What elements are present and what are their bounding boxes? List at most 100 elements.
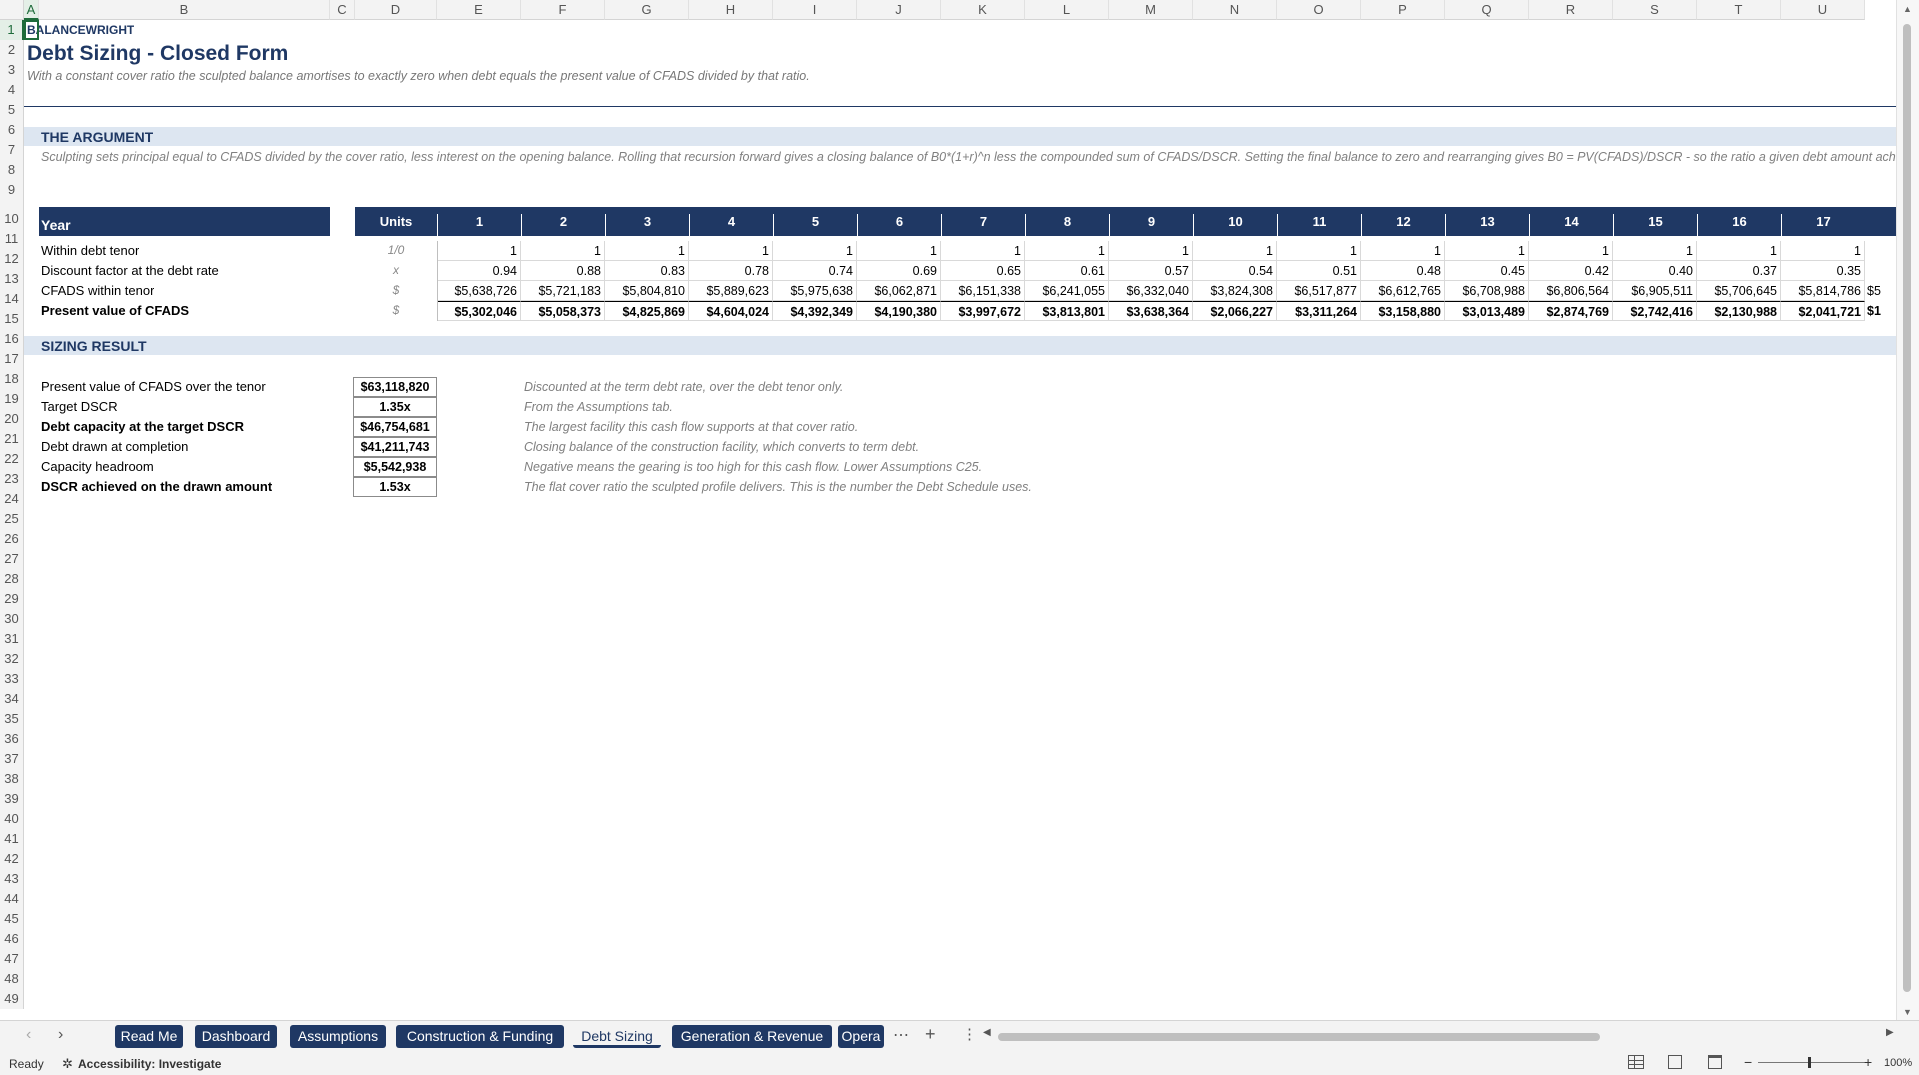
- table-cell[interactable]: 1: [1697, 241, 1781, 261]
- table-cell-overflow[interactable]: [1865, 261, 1897, 281]
- column-header-c[interactable]: C: [330, 0, 355, 20]
- vertical-scrollbar[interactable]: ▲ ▼: [1896, 0, 1919, 1020]
- column-header-j[interactable]: J: [857, 0, 941, 20]
- sheet-tab-assumptions[interactable]: Assumptions: [290, 1025, 386, 1048]
- add-sheet-icon[interactable]: +: [925, 1024, 936, 1045]
- table-cell[interactable]: 0.42: [1529, 261, 1613, 281]
- table-cell[interactable]: 1: [1193, 241, 1277, 261]
- table-cell[interactable]: 1: [605, 241, 689, 261]
- spreadsheet-grid[interactable]: ABCDEFGHIJKLMNOPQRSTU 1 2 3 4 5 6 7 8 9 10 11 12 13 1…: [0, 0, 1919, 1020]
- hscroll-right-icon[interactable]: ▶: [1886, 1027, 1894, 1038]
- row-header-33[interactable]: 33: [0, 669, 24, 689]
- table-cell[interactable]: 0.37: [1697, 261, 1781, 281]
- row-header-26[interactable]: 26: [0, 529, 24, 549]
- table-cell[interactable]: 0.61: [1025, 261, 1109, 281]
- table-cell[interactable]: 1: [689, 241, 773, 261]
- row-header-18[interactable]: 18: [0, 369, 24, 389]
- column-header-e[interactable]: E: [437, 0, 521, 20]
- sizing-value[interactable]: 1.35x: [353, 397, 437, 417]
- row-header-38[interactable]: 38: [0, 769, 24, 789]
- table-cell[interactable]: 0.57: [1109, 261, 1193, 281]
- column-header-n[interactable]: N: [1193, 0, 1277, 20]
- table-cell[interactable]: 1: [773, 241, 857, 261]
- accessibility-status[interactable]: Accessibility: Investigate: [78, 1057, 221, 1071]
- row-header-45[interactable]: 45: [0, 909, 24, 929]
- horizontal-scroll-thumb[interactable]: [998, 1033, 1600, 1041]
- sheet-tab-generation-revenue[interactable]: Generation & Revenue: [672, 1025, 832, 1048]
- table-cell[interactable]: 0.88: [521, 261, 605, 281]
- row-header-19[interactable]: 19: [0, 389, 24, 409]
- row-header-39[interactable]: 39: [0, 789, 24, 809]
- column-header-h[interactable]: H: [689, 0, 773, 20]
- row-header-40[interactable]: 40: [0, 809, 24, 829]
- sheet-options-icon[interactable]: ⋮: [962, 1025, 977, 1043]
- table-cell[interactable]: $4,190,380: [857, 301, 941, 321]
- page-break-icon[interactable]: [1708, 1055, 1722, 1069]
- table-cell[interactable]: $6,806,564: [1529, 281, 1613, 301]
- row-header-4[interactable]: 4: [0, 80, 24, 100]
- table-cell[interactable]: $6,062,871: [857, 281, 941, 301]
- table-cell[interactable]: 1: [437, 241, 521, 261]
- scroll-down-icon[interactable]: ▼: [1903, 1007, 1912, 1017]
- table-cell[interactable]: 1: [941, 241, 1025, 261]
- table-cell[interactable]: $2,742,416: [1613, 301, 1697, 321]
- row-header-29[interactable]: 29: [0, 589, 24, 609]
- table-cell[interactable]: $3,158,880: [1361, 301, 1445, 321]
- row-header-13[interactable]: 13: [0, 269, 24, 289]
- table-cell[interactable]: 1: [1361, 241, 1445, 261]
- prev-sheet-icon[interactable]: ‹: [26, 1026, 31, 1044]
- column-header-t[interactable]: T: [1697, 0, 1781, 20]
- sizing-value[interactable]: $41,211,743: [353, 437, 437, 457]
- table-cell[interactable]: 1: [1025, 241, 1109, 261]
- next-sheet-icon[interactable]: ›: [58, 1026, 63, 1044]
- table-cell[interactable]: $4,604,024: [689, 301, 773, 321]
- sheet-tab-dashboard[interactable]: Dashboard: [195, 1025, 277, 1048]
- table-cell[interactable]: $5,804,810: [605, 281, 689, 301]
- row-header-28[interactable]: 28: [0, 569, 24, 589]
- column-header-u[interactable]: U: [1781, 0, 1865, 20]
- zoom-level[interactable]: 100%: [1884, 1057, 1912, 1069]
- row-header-32[interactable]: 32: [0, 649, 24, 669]
- row-header-2[interactable]: 2: [0, 40, 24, 60]
- column-header-r[interactable]: R: [1529, 0, 1613, 20]
- row-header-20[interactable]: 20: [0, 409, 24, 429]
- sizing-value[interactable]: 1.53x: [353, 477, 437, 497]
- table-cell[interactable]: 0.51: [1277, 261, 1361, 281]
- row-header-11[interactable]: 11: [0, 229, 24, 249]
- row-header-27[interactable]: 27: [0, 549, 24, 569]
- column-header-o[interactable]: O: [1277, 0, 1361, 20]
- vertical-scroll-thumb[interactable]: [1903, 24, 1911, 992]
- row-header-31[interactable]: 31: [0, 629, 24, 649]
- column-header-d[interactable]: D: [355, 0, 437, 20]
- table-cell[interactable]: $5,638,726: [437, 281, 521, 301]
- table-cell[interactable]: $3,997,672: [941, 301, 1025, 321]
- table-cell[interactable]: 1: [1277, 241, 1361, 261]
- table-cell[interactable]: $6,241,055: [1025, 281, 1109, 301]
- table-cell[interactable]: $5,706,645: [1697, 281, 1781, 301]
- table-cell[interactable]: $6,708,988: [1445, 281, 1529, 301]
- table-cell[interactable]: 0.40: [1613, 261, 1697, 281]
- row-header-7[interactable]: 7: [0, 140, 24, 160]
- sizing-value[interactable]: $63,118,820: [353, 377, 437, 397]
- table-cell[interactable]: $6,151,338: [941, 281, 1025, 301]
- table-cell[interactable]: 1: [1109, 241, 1193, 261]
- row-header-25[interactable]: 25: [0, 509, 24, 529]
- column-header-l[interactable]: L: [1025, 0, 1109, 20]
- row-header-1[interactable]: 1: [0, 20, 24, 40]
- table-cell[interactable]: $5,721,183: [521, 281, 605, 301]
- hscroll-left-icon[interactable]: ◀: [983, 1027, 991, 1038]
- table-cell[interactable]: 0.65: [941, 261, 1025, 281]
- table-cell[interactable]: $2,130,988: [1697, 301, 1781, 321]
- table-cell[interactable]: $6,612,765: [1361, 281, 1445, 301]
- row-header-17[interactable]: 17: [0, 349, 24, 369]
- column-header-b[interactable]: B: [39, 0, 330, 20]
- table-cell[interactable]: $6,517,877: [1277, 281, 1361, 301]
- row-header-15[interactable]: 15: [0, 309, 24, 329]
- table-cell[interactable]: 0.83: [605, 261, 689, 281]
- table-cell[interactable]: $2,041,721: [1781, 301, 1865, 321]
- table-cell[interactable]: 1: [521, 241, 605, 261]
- table-cell-overflow[interactable]: [1865, 241, 1897, 261]
- row-header-21[interactable]: 21: [0, 429, 24, 449]
- sheet-tab-construction-funding[interactable]: Construction & Funding: [396, 1025, 564, 1048]
- page-layout-icon[interactable]: [1668, 1055, 1682, 1069]
